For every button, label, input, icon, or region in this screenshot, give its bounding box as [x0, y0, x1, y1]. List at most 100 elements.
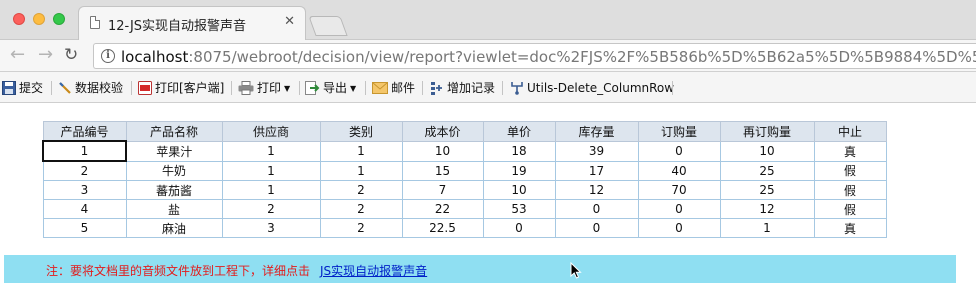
chevron-down-icon: ▼: [350, 83, 357, 93]
browser-nav-bar: ← → ↻ i localhost:8075/webroot/decision/…: [0, 40, 976, 72]
add-record-button[interactable]: 增加记录: [430, 79, 495, 97]
tree-icon: [511, 81, 523, 95]
toolbar-divider: [231, 81, 232, 95]
table-cell[interactable]: 假: [813, 180, 887, 200]
notice-text: 注：要将文档里的音频文件放到工程下，详细点击: [46, 264, 311, 278]
table-cell[interactable]: 0: [637, 140, 721, 162]
table-cell[interactable]: 真: [813, 140, 887, 162]
table-cell[interactable]: 3: [221, 218, 321, 238]
table-cell[interactable]: 17: [554, 160, 639, 181]
data-verify-button[interactable]: 数据校验: [58, 79, 123, 97]
url-path: :8075/webroot/decision/view/report?viewl…: [188, 48, 976, 66]
table-cell[interactable]: 19: [482, 160, 556, 181]
column-header: 中止: [813, 121, 887, 142]
table-cell[interactable]: 40: [637, 160, 721, 181]
info-icon[interactable]: i: [101, 49, 115, 63]
table-cell[interactable]: 4: [42, 199, 127, 219]
table-cell[interactable]: 牛奶: [125, 160, 223, 181]
table-cell[interactable]: 0: [637, 199, 721, 219]
column-header: 订购量: [637, 121, 721, 142]
table-cell[interactable]: 18: [482, 140, 556, 162]
window-minimize-button[interactable]: [33, 13, 45, 25]
table-cell[interactable]: 2: [319, 218, 403, 238]
table-cell[interactable]: 真: [813, 218, 887, 238]
toolbar-divider: [502, 81, 503, 95]
table-cell[interactable]: 假: [813, 160, 887, 181]
address-bar[interactable]: i localhost:8075/webroot/decision/view/r…: [93, 43, 976, 69]
utils-delete-columnrow-label: Utils-Delete_ColumnRow: [527, 81, 675, 95]
alarm-sound-link[interactable]: JS实现自动报警声音: [320, 262, 427, 279]
export-button[interactable]: 导出 ▼: [305, 79, 356, 97]
pdf-print-icon: [138, 80, 152, 95]
window-close-button[interactable]: [13, 13, 25, 25]
table-cell[interactable]: 苹果汁: [125, 140, 223, 162]
table-cell[interactable]: 1: [42, 140, 127, 162]
column-header: 成本价: [401, 121, 484, 142]
floppy-disk-icon: [2, 80, 16, 95]
table-cell[interactable]: 1: [319, 160, 403, 181]
table-cell[interactable]: 麻油: [125, 218, 223, 238]
table-cell[interactable]: 10: [719, 140, 815, 162]
table-cell[interactable]: 5: [42, 218, 127, 238]
table-cell[interactable]: 1: [221, 140, 321, 162]
table-cell[interactable]: 1: [221, 180, 321, 200]
browser-tab-strip: 12-JS实现自动报警声音 ✕: [0, 0, 976, 40]
url-text[interactable]: localhost:8075/webroot/decision/view/rep…: [121, 48, 976, 66]
table-cell[interactable]: 70: [637, 180, 721, 200]
browser-tab[interactable]: 12-JS实现自动报警声音 ✕: [78, 6, 306, 40]
column-header: 再订购量: [719, 121, 815, 142]
table-cell[interactable]: 10: [482, 180, 556, 200]
utils-delete-columnrow-button[interactable]: Utils-Delete_ColumnRow: [510, 79, 674, 97]
table-cell[interactable]: 2: [221, 199, 321, 219]
wand-icon: [59, 81, 71, 94]
envelope-icon: [372, 81, 388, 94]
table-cell[interactable]: 1: [221, 160, 321, 181]
page-icon: [90, 16, 100, 29]
table-cell[interactable]: 22.5: [401, 218, 484, 238]
table-cell[interactable]: 25: [719, 160, 815, 181]
table-cell[interactable]: 蕃茄酱: [125, 180, 223, 200]
table-cell[interactable]: 25: [719, 180, 815, 200]
table-cell[interactable]: 2: [319, 180, 403, 200]
print-label: 打印: [257, 81, 282, 95]
toolbar-divider: [299, 81, 300, 95]
table-cell[interactable]: 15: [401, 160, 484, 181]
add-record-icon: [431, 81, 442, 95]
table-cell[interactable]: 1: [719, 218, 815, 238]
table-cell[interactable]: 假: [813, 199, 887, 219]
table-cell[interactable]: 7: [401, 180, 484, 200]
forward-arrow-icon[interactable]: →: [38, 45, 53, 65]
table-cell[interactable]: 1: [319, 140, 403, 162]
table-cell[interactable]: 0: [482, 218, 556, 238]
table-cell[interactable]: 2: [42, 160, 127, 181]
product-table: 产品编号 产品名称 供应商 类别 成本价 单价 库存量 订购量 再订购量 中止 …: [42, 121, 887, 238]
print-client-button[interactable]: 打印[客户端]: [138, 79, 224, 97]
report-toolbar: 提交 数据校验 打印[客户端] 打印 ▼ 导出 ▼ 邮件 增加记录 Utils-De…: [0, 72, 976, 103]
table-row: 4 盐 2 2 22 53 0 0 12 假: [42, 199, 887, 219]
table-header-row: 产品编号 产品名称 供应商 类别 成本价 单价 库存量 订购量 再订购量 中止: [42, 121, 887, 142]
tab-close-icon[interactable]: ✕: [284, 14, 295, 29]
add-record-label: 增加记录: [447, 81, 496, 95]
table-cell[interactable]: 0: [554, 199, 639, 219]
table-cell[interactable]: 39: [554, 140, 639, 162]
table-cell[interactable]: 3: [42, 180, 127, 200]
table-cell[interactable]: 22: [401, 199, 484, 219]
notice-bar: 注：要将文档里的音频文件放到工程下，详细点击 JS实现自动报警声音: [4, 255, 956, 283]
table-cell[interactable]: 12: [719, 199, 815, 219]
table-cell[interactable]: 53: [482, 199, 556, 219]
print-button[interactable]: 打印 ▼: [238, 79, 290, 97]
toolbar-divider: [131, 81, 132, 95]
table-cell[interactable]: 盐: [125, 199, 223, 219]
table-cell[interactable]: 0: [554, 218, 639, 238]
table-cell[interactable]: 0: [637, 218, 721, 238]
table-cell[interactable]: 2: [319, 199, 403, 219]
new-tab-button[interactable]: [308, 16, 348, 36]
table-cell[interactable]: 10: [401, 140, 484, 162]
mail-button[interactable]: 邮件: [372, 79, 415, 97]
submit-button[interactable]: 提交: [2, 79, 43, 97]
reload-icon[interactable]: ↻: [64, 45, 78, 65]
window-zoom-button[interactable]: [53, 13, 65, 25]
table-cell[interactable]: 12: [554, 180, 639, 200]
back-arrow-icon[interactable]: ←: [10, 45, 25, 65]
column-header: 类别: [319, 121, 403, 142]
